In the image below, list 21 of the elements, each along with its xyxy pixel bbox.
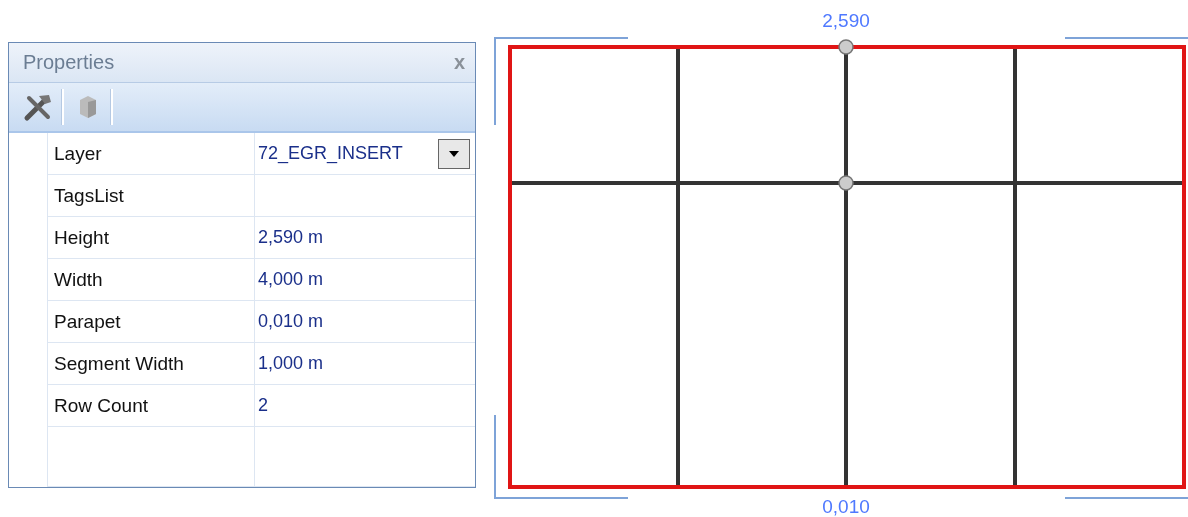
property-value: 0,010 m <box>258 311 324 332</box>
grip-handle[interactable] <box>838 39 854 55</box>
property-name: Parapet <box>48 301 255 343</box>
dimension-label: 0,010 <box>822 496 870 517</box>
caret-icon <box>449 150 459 157</box>
property-value: 2,590 m <box>258 227 324 248</box>
property-name: TagsList <box>48 175 255 217</box>
dropdown-button[interactable] <box>438 138 470 169</box>
close-button[interactable]: x <box>453 51 465 74</box>
property-name: Layer <box>48 133 255 175</box>
property-value: 72_EGR_INSERT <box>258 143 403 164</box>
property-name: Height <box>48 217 255 259</box>
property-value: 1,000 m <box>258 353 324 374</box>
property-value: 4,000 m <box>258 269 324 290</box>
property-name: Width <box>48 259 255 301</box>
property-name: Row Count <box>48 385 255 427</box>
property-value: 2 <box>258 395 268 416</box>
grip-handle[interactable] <box>838 175 854 191</box>
dimension-label: 2,590 <box>822 10 870 31</box>
property-name: Segment Width <box>48 343 255 385</box>
panel-title: Properties <box>23 51 115 74</box>
